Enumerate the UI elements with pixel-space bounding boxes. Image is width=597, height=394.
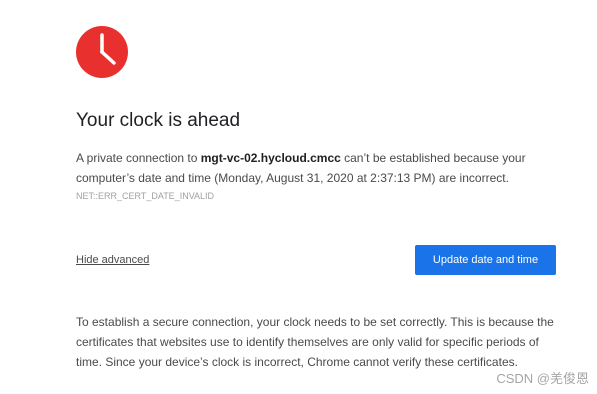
clock-icon [76, 26, 128, 78]
update-date-time-button[interactable]: Update date and time [415, 245, 556, 275]
host-name: mgt-vc-02.hycloud.cmcc [200, 151, 341, 165]
page-title: Your clock is ahead [76, 110, 241, 131]
hide-advanced-link[interactable]: Hide advanced [76, 254, 149, 266]
main-message: A private connection to mgt-vc-02.hyclou… [76, 148, 554, 188]
message-prefix: A private connection to [76, 151, 201, 165]
watermark: CSDN @羌俊恩 [496, 371, 589, 386]
details-text: To establish a secure connection, your c… [76, 315, 554, 369]
error-code: NET::ERR_CERT_DATE_INVALID [76, 191, 215, 201]
